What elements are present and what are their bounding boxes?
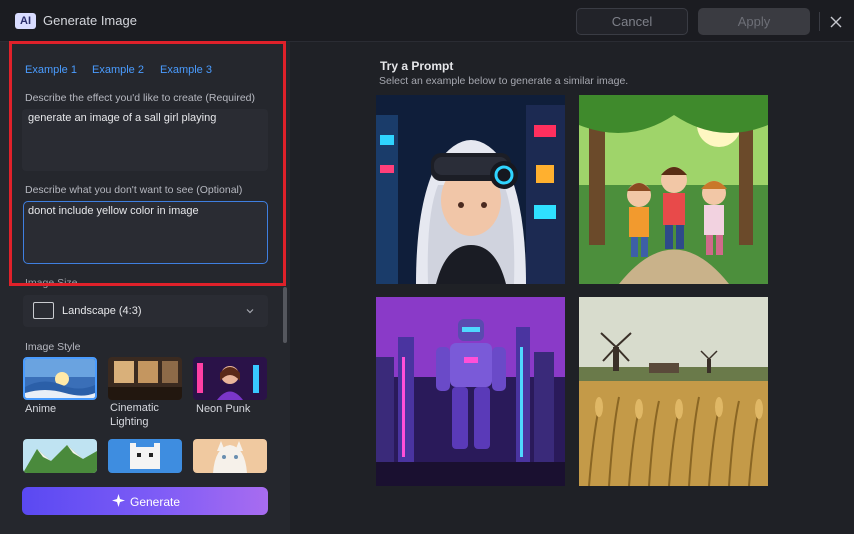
style-thumb-painting[interactable] bbox=[193, 439, 267, 473]
style-caption-anime: Anime bbox=[25, 403, 57, 415]
tab-example-3[interactable]: Example 3 bbox=[160, 64, 212, 76]
example-image-windmill-wheat[interactable] bbox=[579, 297, 768, 486]
example-image-kids-forest[interactable] bbox=[579, 95, 768, 284]
window-title: Generate Image bbox=[43, 13, 137, 28]
style-caption-cinematic-line2: Lighting bbox=[110, 416, 149, 428]
try-prompt-title: Try a Prompt bbox=[380, 59, 454, 73]
cinematic-lighting-thumbnail bbox=[108, 357, 182, 400]
close-icon[interactable] bbox=[826, 12, 846, 32]
cancel-button[interactable]: Cancel bbox=[576, 8, 688, 35]
neon-punk-thumbnail bbox=[193, 357, 267, 400]
pixel-thumbnail bbox=[108, 439, 182, 473]
tab-example-1[interactable]: Example 1 bbox=[25, 64, 77, 76]
negative-prompt-input-value[interactable]: donot include yellow color in image bbox=[28, 205, 199, 217]
sparkle-icon bbox=[112, 494, 125, 507]
negative-prompt-label: Describe what you don't want to see (Opt… bbox=[25, 184, 243, 196]
ai-logo: AI bbox=[15, 13, 36, 29]
style-thumb-lowpoly[interactable] bbox=[23, 439, 97, 473]
style-thumb-anime[interactable] bbox=[23, 357, 97, 400]
try-prompt-subtitle: Select an example below to generate a si… bbox=[379, 75, 629, 87]
apply-button[interactable]: Apply bbox=[698, 8, 810, 35]
style-thumb-pixel[interactable] bbox=[108, 439, 182, 473]
image-style-label: Image Style bbox=[25, 341, 81, 353]
prompt-label: Describe the effect you'd like to create… bbox=[25, 92, 256, 104]
style-caption-neon-punk: Neon Punk bbox=[196, 403, 251, 415]
right-panel bbox=[290, 42, 854, 534]
style-thumb-neon-punk[interactable] bbox=[193, 357, 267, 400]
generate-button-label[interactable]: Generate bbox=[130, 495, 180, 509]
tab-example-2[interactable]: Example 2 bbox=[92, 64, 144, 76]
title-bar: AI Generate Image Cancel Apply bbox=[0, 0, 854, 42]
windmill-wheat-image bbox=[579, 297, 768, 486]
image-size-label: Image Size bbox=[25, 277, 78, 289]
image-size-dropdown[interactable] bbox=[23, 295, 268, 327]
kids-forest-image bbox=[579, 95, 768, 284]
robot-city-image bbox=[376, 297, 565, 486]
anime-thumbnail bbox=[25, 359, 95, 398]
style-caption-cinematic-line1: Cinematic bbox=[110, 402, 159, 414]
style-thumb-cinematic-lighting[interactable] bbox=[108, 357, 182, 400]
image-size-value[interactable]: Landscape (4:3) bbox=[62, 305, 142, 317]
title-divider bbox=[819, 12, 820, 31]
lowpoly-thumbnail bbox=[23, 439, 97, 473]
example-image-robot-city[interactable] bbox=[376, 297, 565, 486]
prompt-input-value[interactable]: generate an image of a sall girl playing bbox=[28, 112, 216, 124]
painting-thumbnail bbox=[193, 439, 267, 473]
left-panel-scrollbar[interactable] bbox=[283, 287, 287, 343]
example-image-cyberpunk-girl[interactable] bbox=[376, 95, 565, 284]
cyberpunk-girl-image bbox=[376, 95, 565, 284]
chevron-down-icon[interactable] bbox=[244, 306, 256, 316]
aspect-ratio-icon bbox=[33, 302, 54, 319]
